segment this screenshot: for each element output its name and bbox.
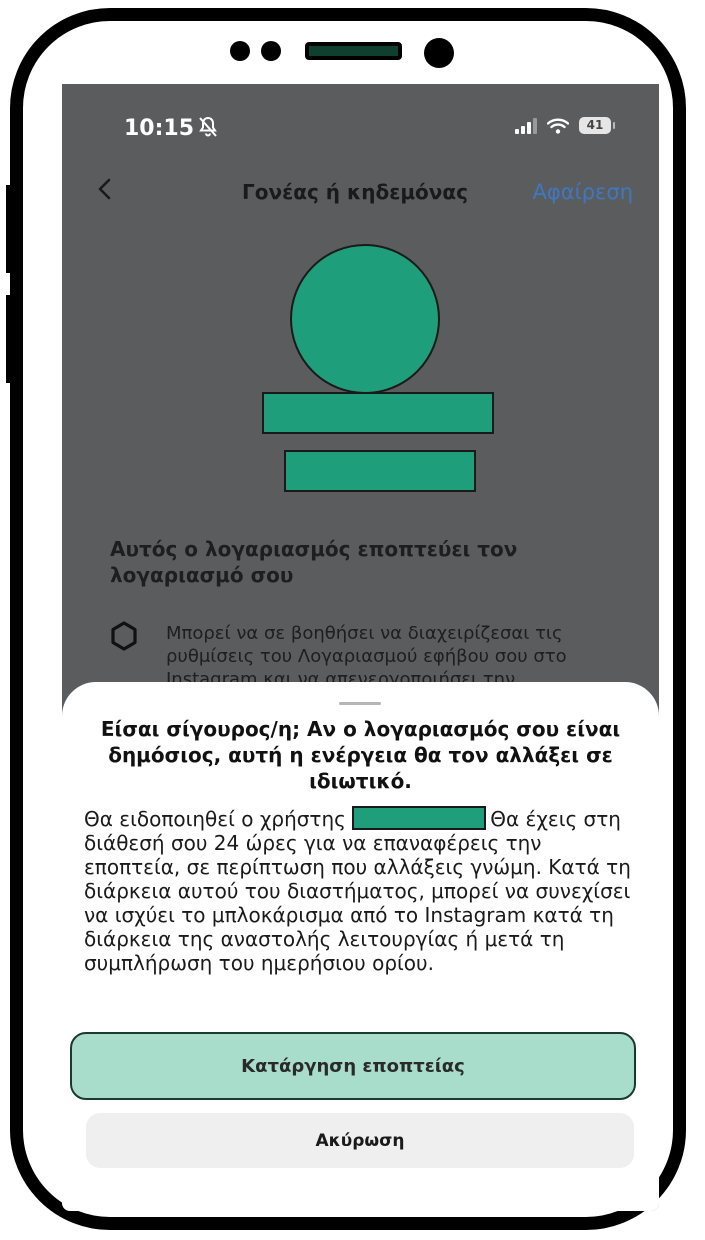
sheet-body: Θα ειδοποιηθεί ο χρήστης Θα έχεις στη δι… bbox=[84, 806, 644, 975]
sheet-handle[interactable] bbox=[339, 702, 381, 705]
remove-supervision-button[interactable]: Κατάργηση εποπτείας bbox=[70, 1032, 636, 1100]
body-suffix: Θα έχεις στη διάθεσή σου 24 ώρες για να … bbox=[84, 807, 631, 975]
remove-button[interactable]: Αφαίρεση bbox=[533, 180, 633, 204]
gear-icon bbox=[111, 621, 137, 651]
cancel-button[interactable]: Ακύρωση bbox=[86, 1113, 634, 1168]
redacted-username-inline bbox=[352, 806, 487, 830]
battery-indicator: 41 bbox=[579, 117, 615, 134]
bell-slash-icon bbox=[199, 116, 217, 137]
signal-icon bbox=[515, 117, 537, 134]
remove-supervision-label: Κατάργηση εποπτείας bbox=[241, 1055, 465, 1077]
confirmation-sheet: Είσαι σίγουρος/η; Αν ο λογαριασμός σου ε… bbox=[62, 682, 659, 1211]
phone-screen: 10:15 41 Γονέας ή κηδεμόνας Αφαίρεση Αυτ… bbox=[62, 84, 659, 1211]
avatar bbox=[290, 244, 440, 394]
info-text: Μπορεί να σε βοηθήσει να διαχειρίζεσαι τ… bbox=[166, 623, 567, 690]
sensor-dot bbox=[230, 41, 250, 61]
page-title: Γονέας ή κηδεμόνας bbox=[242, 180, 468, 204]
sensor-dot bbox=[261, 41, 281, 61]
redacted-name bbox=[284, 450, 476, 492]
speaker-grille bbox=[305, 42, 402, 60]
status-time: 10:15 bbox=[124, 116, 195, 141]
redacted-username bbox=[262, 392, 494, 434]
sheet-title: Είσαι σίγουρος/η; Αν ο λογαριασμός σου ε… bbox=[100, 717, 621, 793]
status-indicators: 41 bbox=[515, 117, 615, 134]
cancel-label: Ακύρωση bbox=[315, 1130, 405, 1151]
chevron-left-icon[interactable] bbox=[94, 178, 116, 200]
camera-lens bbox=[424, 38, 454, 68]
section-title: Αυτός ο λογαριασμός εποπτεύει τον λογαρι… bbox=[110, 537, 518, 587]
body-prefix: Θα ειδοποιηθεί ο χρήστης bbox=[84, 807, 346, 831]
wifi-icon bbox=[547, 118, 569, 134]
